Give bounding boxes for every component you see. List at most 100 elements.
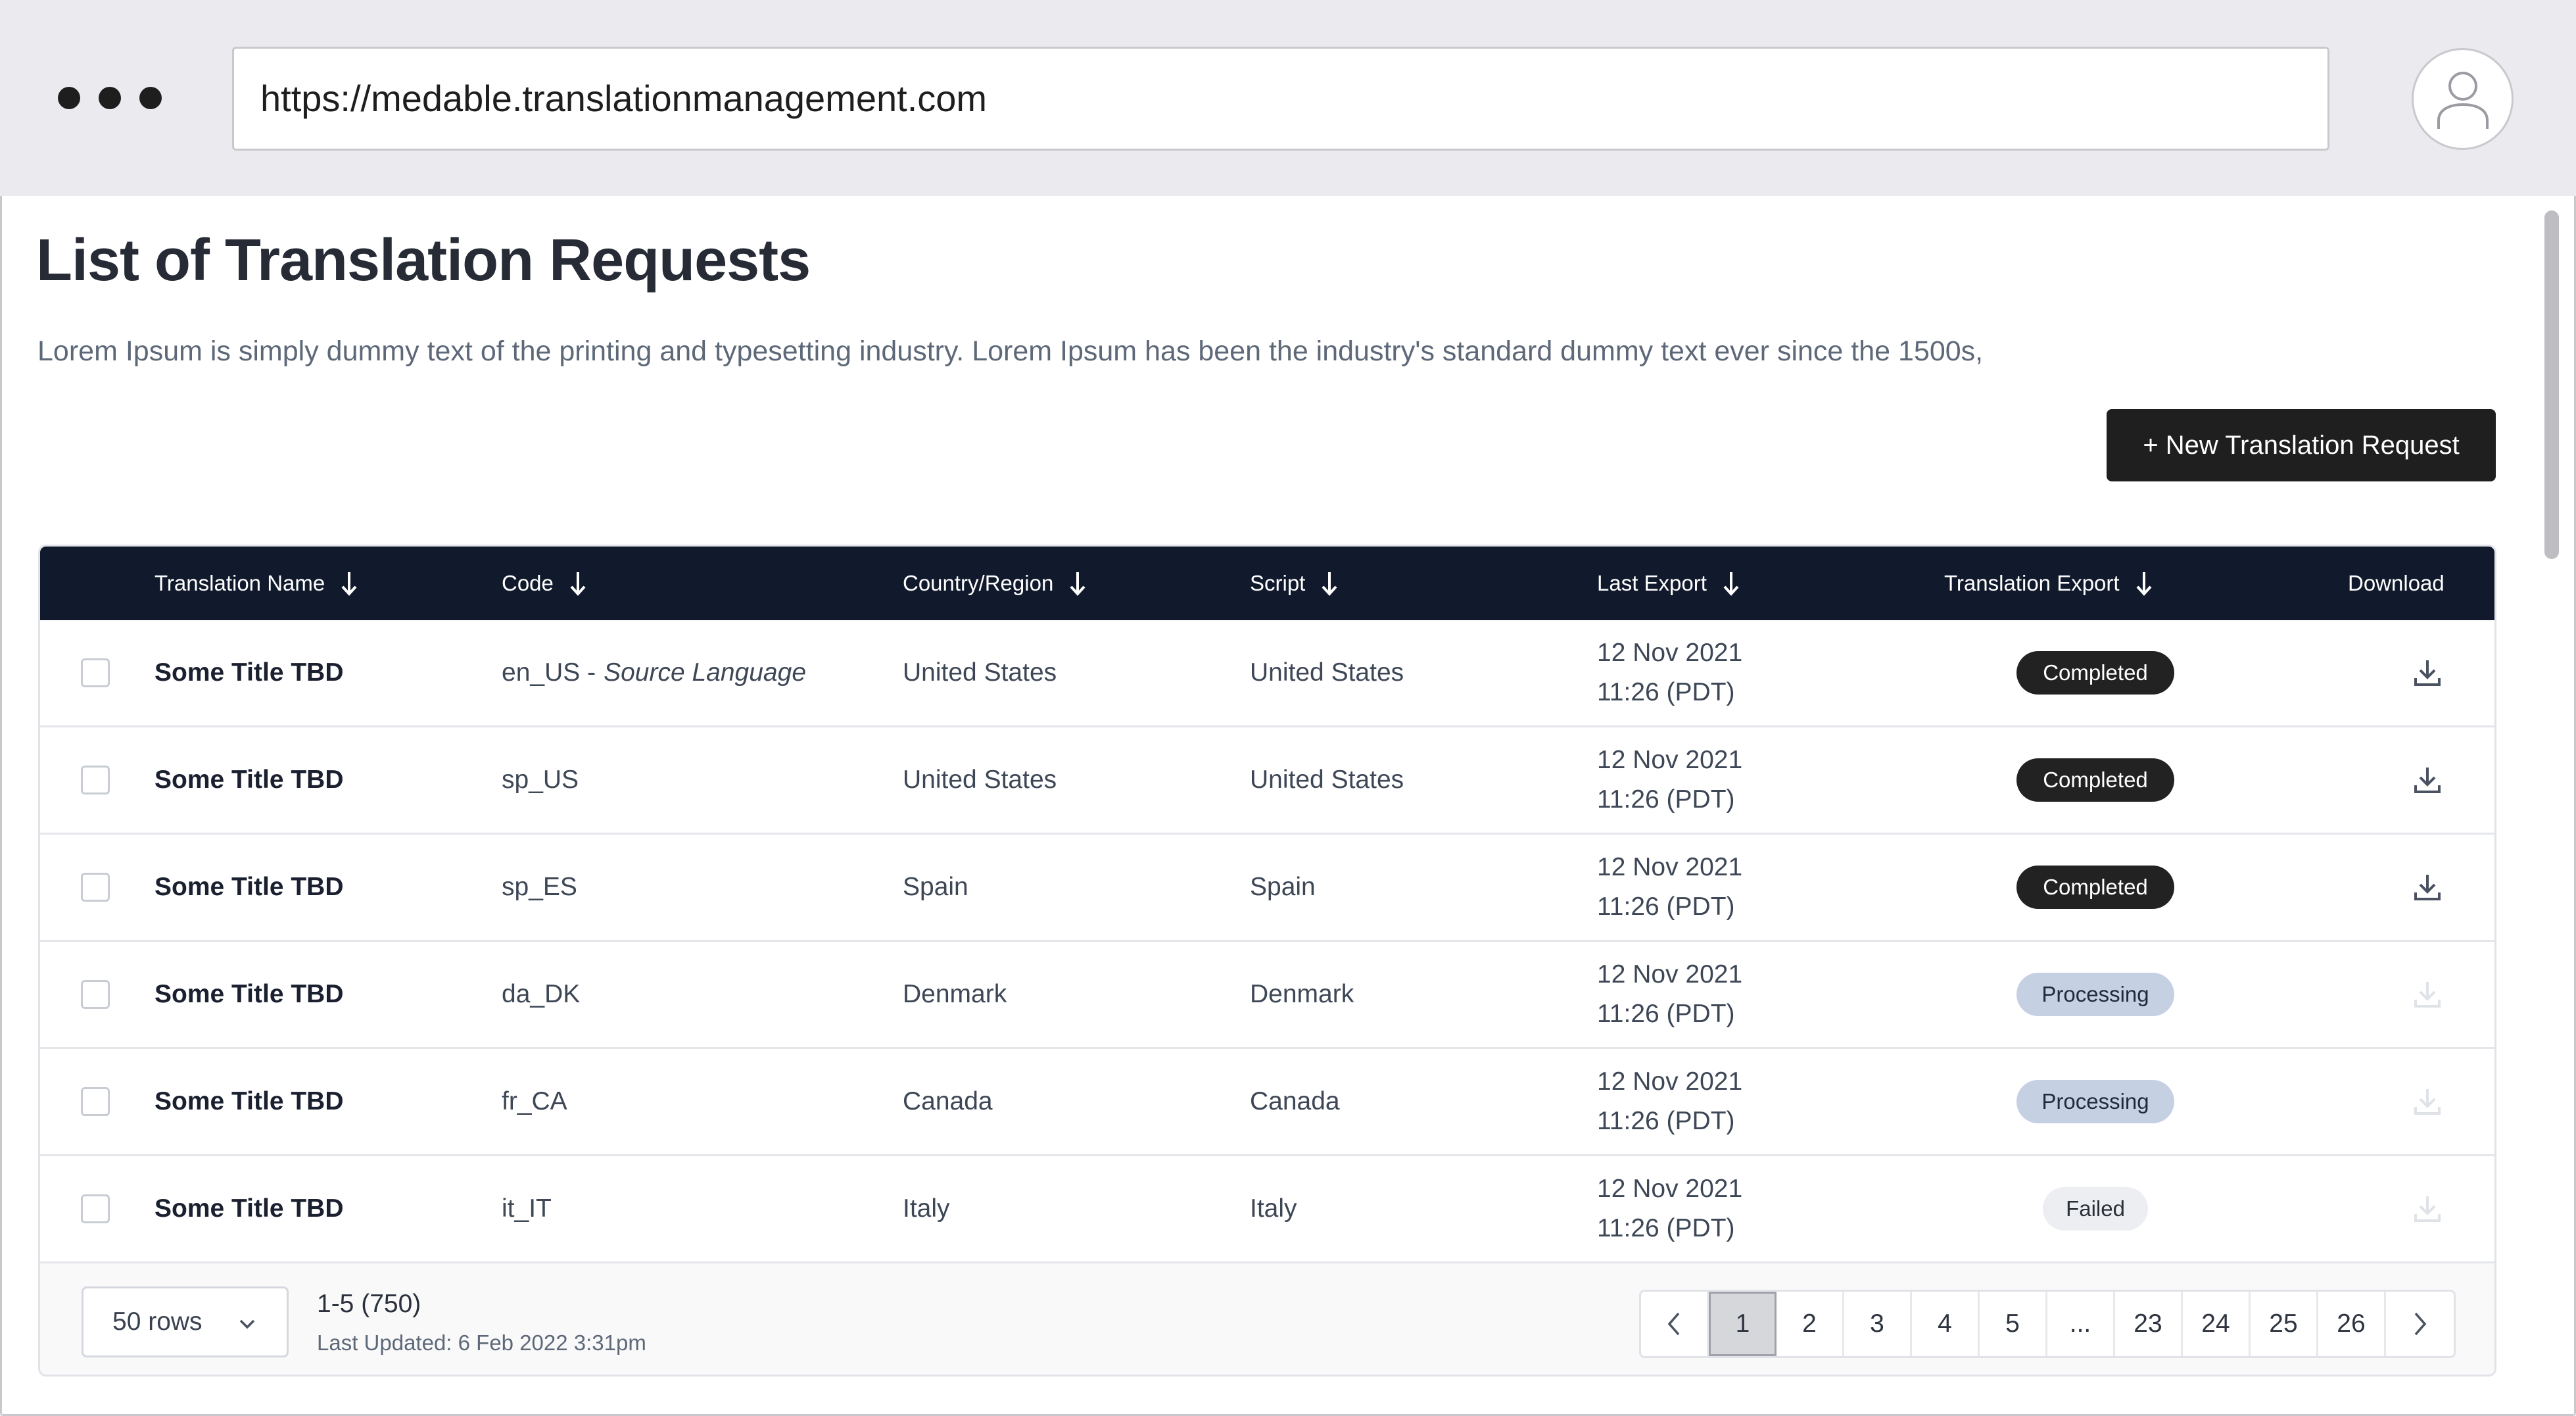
last-export: 12 Nov 2021 11:26 (PDT) (1597, 620, 1742, 725)
header-label: Last Export (1597, 571, 1707, 595)
row-checkbox-cell (81, 620, 110, 725)
row-checkbox[interactable] (81, 658, 110, 687)
sort-arrow-icon[interactable] (2135, 570, 2153, 597)
status-badge: Failed (2043, 1187, 2148, 1231)
sort-arrow-icon[interactable] (1321, 570, 1338, 597)
language-code: it_IT (502, 1156, 560, 1261)
chevron-right-icon (2414, 1312, 2426, 1336)
row-checkbox[interactable] (81, 1087, 110, 1116)
translation-export: Processing (1918, 1049, 2273, 1154)
page-button[interactable]: 26 (2318, 1292, 2386, 1356)
translation-name[interactable]: Some Title TBD (155, 1049, 344, 1154)
status-badge: Completed (2016, 758, 2174, 802)
header-script[interactable]: Script (1250, 547, 1338, 620)
sort-arrow-icon[interactable] (1723, 570, 1740, 597)
table-row[interactable]: Some Title TBD sp_ES Spain Spain 12 Nov … (40, 835, 2494, 942)
download-cell (2411, 620, 2444, 725)
page-button[interactable]: 1 (1709, 1292, 1777, 1356)
country-region: Canada (903, 1087, 993, 1115)
sort-arrow-icon[interactable] (569, 570, 586, 597)
row-checkbox[interactable] (81, 1194, 110, 1223)
table-row[interactable]: Some Title TBD fr_CA Canada Canada 12 No… (40, 1049, 2494, 1156)
header-label: Script (1250, 571, 1306, 595)
translation-requests-table: Translation Name Code Country/Region Scr… (38, 545, 2496, 1377)
table-row[interactable]: Some Title TBD it_IT Italy Italy 12 Nov … (40, 1156, 2494, 1263)
language-code: en_US - Source Language (502, 620, 806, 725)
scrollbar[interactable] (2530, 196, 2574, 1414)
last-export: 12 Nov 2021 11:26 (PDT) (1597, 1049, 1742, 1154)
sort-arrow-icon[interactable] (1069, 570, 1086, 597)
last-export: 12 Nov 2021 11:26 (PDT) (1597, 1156, 1742, 1261)
next-page-button[interactable] (2386, 1292, 2454, 1356)
download-cell (2411, 835, 2444, 940)
download-icon[interactable] (2411, 764, 2444, 796)
page-button[interactable]: 23 (2115, 1292, 2183, 1356)
header-code[interactable]: Code (502, 547, 586, 620)
header-country-region[interactable]: Country/Region (903, 547, 1086, 620)
header-translation-export[interactable]: Translation Export (1944, 547, 2153, 620)
page-button[interactable]: 5 (1980, 1292, 2047, 1356)
page-button[interactable]: 2 (1777, 1292, 1844, 1356)
new-translation-request-button[interactable]: + New Translation Request (2107, 409, 2496, 481)
header-download: Download (2348, 547, 2445, 620)
status-badge: Processing (2016, 1080, 2174, 1123)
sort-arrow-icon[interactable] (341, 570, 358, 597)
scrollbar-thumb[interactable] (2544, 210, 2559, 559)
header-translation-name[interactable]: Translation Name (155, 547, 358, 620)
dot (139, 87, 162, 109)
table-footer: 50 rows 1-5 (750) Last Updated: 6 Feb 20… (40, 1263, 2494, 1375)
country-region: Denmark (903, 980, 1007, 1008)
status-badge: Processing (2016, 973, 2174, 1016)
translation-name[interactable]: Some Title TBD (155, 1156, 344, 1261)
page-button[interactable]: 3 (1844, 1292, 1912, 1356)
language-code: fr_CA (502, 1049, 575, 1154)
page-title: List of Translation Requests (36, 228, 811, 293)
page-button[interactable]: 4 (1912, 1292, 1980, 1356)
row-checkbox[interactable] (81, 766, 110, 794)
download-icon (2414, 1089, 2441, 1115)
row-checkbox-cell (81, 727, 110, 833)
script: Italy (1250, 1194, 1297, 1223)
table-header: Translation Name Code Country/Region Scr… (40, 547, 2494, 620)
script: Canada (1250, 1087, 1340, 1115)
last-export: 12 Nov 2021 11:26 (PDT) (1597, 942, 1742, 1047)
translation-name[interactable]: Some Title TBD (155, 620, 344, 725)
header-label: Code (502, 571, 554, 595)
translation-name[interactable]: Some Title TBD (155, 727, 344, 833)
row-checkbox[interactable] (81, 873, 110, 902)
header-label: Translation Name (155, 571, 325, 595)
page-description: Lorem Ipsum is simply dummy text of the … (37, 335, 1984, 367)
row-range: 1-5 (750) (317, 1290, 421, 1318)
row-checkbox-cell (81, 1156, 110, 1261)
download-icon[interactable] (2411, 656, 2444, 689)
url-bar[interactable]: https://medable.translationmanagement.co… (232, 47, 2329, 151)
table-row[interactable]: Some Title TBD sp_US United States Unite… (40, 727, 2494, 835)
export-time: 11:26 (PDT) (1597, 1214, 1735, 1242)
translation-name[interactable]: Some Title TBD (155, 835, 344, 940)
page-button[interactable]: 25 (2251, 1292, 2318, 1356)
prev-page-button[interactable] (1641, 1292, 1709, 1356)
ellipsis-icon[interactable] (58, 87, 162, 109)
language-code: da_DK (502, 942, 588, 1047)
table-row[interactable]: Some Title TBD en_US - Source Language U… (40, 620, 2494, 727)
download-icon[interactable] (2411, 871, 2444, 904)
rows-per-page-select[interactable]: 50 rows (82, 1286, 289, 1357)
code-value: fr_CA (502, 1087, 567, 1115)
export-date: 12 Nov 2021 (1597, 1175, 1743, 1203)
download-icon (2414, 982, 2441, 1008)
export-time: 11:26 (PDT) (1597, 1107, 1735, 1135)
table-row[interactable]: Some Title TBD da_DK Denmark Denmark 12 … (40, 942, 2494, 1049)
status-badge: Completed (2016, 866, 2174, 909)
country-region: Spain (903, 873, 968, 901)
page-ellipsis: ... (2047, 1292, 2115, 1356)
header-last-export[interactable]: Last Export (1597, 547, 1740, 620)
pagination: 1 2 3 4 5... 23 24 25 26 (1639, 1290, 2456, 1358)
translation-name[interactable]: Some Title TBD (155, 942, 344, 1047)
row-checkbox[interactable] (81, 980, 110, 1009)
code-value: it_IT (502, 1194, 552, 1223)
user-icon[interactable] (2412, 48, 2514, 150)
export-date: 12 Nov 2021 (1597, 960, 1743, 989)
page-button[interactable]: 24 (2183, 1292, 2251, 1356)
header-label: Download (2348, 571, 2445, 595)
country-region: United States (903, 766, 1057, 794)
